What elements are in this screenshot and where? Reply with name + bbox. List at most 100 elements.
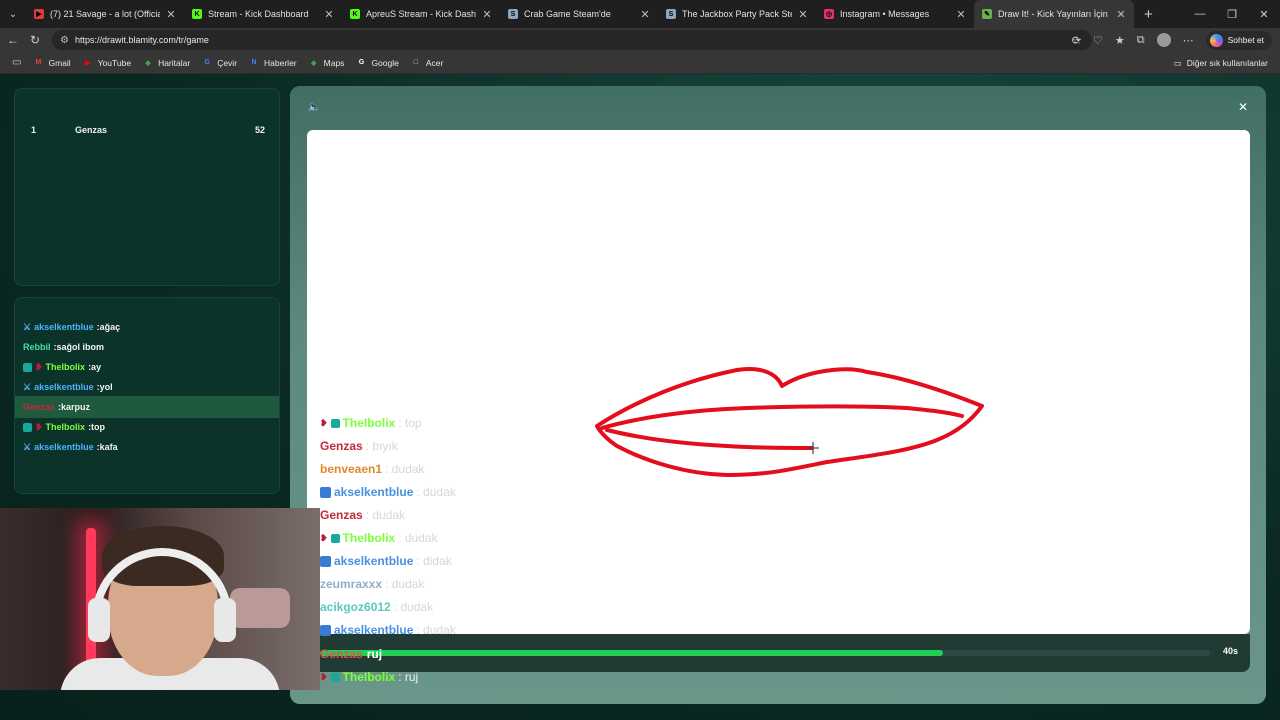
window-controls: — ❐ ✕ xyxy=(1184,0,1280,28)
chat-message: : dudak xyxy=(393,600,434,614)
tab-title: Instagram • Messages xyxy=(840,9,930,19)
sword-badge-icon: ⚔ xyxy=(23,321,32,332)
tab-close-icon[interactable]: ✕ xyxy=(166,8,176,21)
chat-username: TheIbolix xyxy=(45,422,86,432)
chat-message: :yol xyxy=(96,382,113,392)
game-chat-line: ⚔ akselkentblue:ağaç xyxy=(15,316,279,338)
sword-badge-icon: ⚔ xyxy=(23,381,32,392)
tab-favicon-icon: K xyxy=(192,9,202,19)
chat-username: Genzas xyxy=(320,439,363,453)
crosshair-cursor-icon xyxy=(807,442,819,454)
volume-icon[interactable]: 🔈 xyxy=(308,102,320,113)
bookmark-label: Çevir xyxy=(217,57,238,68)
bookmark-item[interactable]: ◆ Haritalar xyxy=(143,58,190,68)
close-game-icon[interactable]: ✕ xyxy=(1238,100,1248,114)
grid-badge-icon xyxy=(330,672,340,682)
extensions-icon[interactable]: ⟳ xyxy=(1072,34,1081,47)
tab-close-icon[interactable]: ✕ xyxy=(640,8,650,21)
bookmark-icon: ◆ xyxy=(310,59,317,67)
new-tab-icon[interactable]: + xyxy=(1144,6,1153,23)
browser-tab[interactable]: K ApreuS Stream - Kick Dashboard ✕ xyxy=(342,0,500,28)
tab-close-icon[interactable]: ✕ xyxy=(956,8,966,21)
stream-chat-line: Genzas : dudak xyxy=(320,506,405,524)
bookmark-label: Haberler xyxy=(264,57,297,68)
bookmark-item[interactable]: M Gmail xyxy=(33,57,71,68)
chat-message: : top xyxy=(398,416,422,430)
chat-username: akselkentblue xyxy=(34,382,94,392)
tab-close-icon[interactable]: ✕ xyxy=(1116,8,1126,21)
chat-message: : didak xyxy=(416,554,452,568)
tab-close-icon[interactable]: ✕ xyxy=(798,8,808,21)
favorites-icon[interactable]: ★ xyxy=(1115,34,1125,47)
chat-message: :kafa xyxy=(96,442,118,452)
collections-icon[interactable]: ⧉ xyxy=(1137,34,1145,47)
heart-badge-icon: ❥ xyxy=(35,361,43,372)
url-field[interactable]: ⚙ https://drawit.blamity.com/tr/game ☆ xyxy=(52,30,1092,50)
stream-chat-line: acikgoz6012 : dudak xyxy=(320,598,433,616)
browser-tab[interactable]: ▶ (7) 21 Savage - a lot (Official Vide ✕ xyxy=(26,0,184,28)
stream-chat-line: zeumraxxx : dudak xyxy=(320,575,424,593)
chat-username: akselkentblue xyxy=(34,442,94,452)
browser-tab[interactable]: ✎ Draw It! - Kick Yayınları İçin Çizim ✕ xyxy=(974,0,1134,28)
chat-message: : dudak xyxy=(416,485,456,499)
guess-text: ruj xyxy=(366,647,383,661)
bookmark-label: Acer xyxy=(425,57,444,68)
stream-chat-line: akselkentblue : didak xyxy=(320,552,452,570)
bookmark-item[interactable]: □ Acer xyxy=(411,57,444,68)
other-favorites-button[interactable]: ▭ Diğer sık kullanılanlar xyxy=(1174,52,1268,74)
window-close-icon[interactable]: ✕ xyxy=(1248,8,1280,21)
stream-chat-last-line: ❥ TheIbolix : ruj xyxy=(320,668,418,686)
browser-tab[interactable]: K Stream - Kick Dashboard ✕ xyxy=(184,0,342,28)
tab-title: Crab Game Steam'de xyxy=(524,9,611,19)
tab-favicon-icon: S xyxy=(666,9,676,19)
folder-icon: ▭ xyxy=(1173,57,1182,68)
tab-favicon-icon: ▶ xyxy=(34,9,44,19)
tab-list-menu-icon[interactable]: ⌄ xyxy=(0,0,26,28)
bookmark-icon: ▶ xyxy=(84,59,91,67)
browser-tab[interactable]: S The Jackbox Party Pack Steam'de ✕ xyxy=(658,0,816,28)
bookmark-item[interactable]: G Çevir xyxy=(202,58,237,68)
sidebar-toggle-icon[interactable]: ▭ xyxy=(12,57,21,68)
chat-username: akselkentblue xyxy=(334,554,414,568)
browser-tab[interactable]: S Crab Game Steam'de ✕ xyxy=(500,0,658,28)
chat-message: :ağaç xyxy=(96,322,121,332)
bookmark-icon: G xyxy=(358,59,365,66)
game-chat-line: Genzas:karpuz xyxy=(15,396,279,418)
bookmark-item[interactable]: G Google xyxy=(356,58,399,68)
chat-message: : dudak xyxy=(398,531,438,545)
browser-essentials-icon[interactable]: ♡ xyxy=(1093,34,1103,47)
bookmark-item[interactable]: ▶ YouTube xyxy=(83,58,131,68)
leaderboard-panel: 1 Genzas 52 xyxy=(14,88,280,286)
bookmark-icon: G xyxy=(204,59,210,66)
chat-username: akselkentblue xyxy=(334,485,414,499)
bookmark-item[interactable]: N Haberler xyxy=(249,58,297,68)
tab-close-icon[interactable]: ✕ xyxy=(324,8,334,21)
bookmark-item[interactable]: ◆ Maps xyxy=(309,58,345,68)
restore-icon[interactable]: ❐ xyxy=(1216,8,1248,21)
game-chat-line: Rebbil:sağol ibom xyxy=(15,336,279,358)
more-menu-icon[interactable]: ⋯ xyxy=(1183,34,1194,47)
bookmark-icon: N xyxy=(251,59,257,66)
back-icon[interactable]: ← xyxy=(2,33,24,47)
kick-badge-icon xyxy=(320,624,331,636)
game-chat-line: ❥ TheIbolix:top xyxy=(15,416,279,438)
chat-username: TheIbolix xyxy=(342,531,396,545)
leaderboard-rank: 1 xyxy=(31,125,37,135)
browser-tab-bar: ⌄ ▶ (7) 21 Savage - a lot (Official Vide ✕… xyxy=(0,0,1280,28)
minimize-icon[interactable]: — xyxy=(1184,8,1216,20)
bookmark-icon: □ xyxy=(413,59,418,66)
bookmark-label: Gmail xyxy=(48,57,71,68)
profile-avatar[interactable] xyxy=(1156,33,1171,47)
sword-badge-icon: ⚔ xyxy=(23,441,32,452)
chat-username: akselkentblue xyxy=(34,322,94,332)
copilot-chat-button[interactable]: Sohbet et xyxy=(1205,30,1272,50)
heart-badge-icon: ❥ xyxy=(320,671,328,682)
site-info-icon[interactable]: ⚙ xyxy=(60,35,69,46)
browser-tab[interactable]: ◎ Instagram • Messages ✕ xyxy=(816,0,974,28)
stream-chat-line: akselkentblue : dudak xyxy=(320,621,456,639)
bookmark-icon: ◆ xyxy=(145,59,151,67)
tab-close-icon[interactable]: ✕ xyxy=(482,8,492,21)
copilot-label: Sohbet et xyxy=(1227,35,1264,45)
reload-icon[interactable]: ↻ xyxy=(24,33,46,47)
guess-input-line: Genzas ruj xyxy=(320,645,382,663)
